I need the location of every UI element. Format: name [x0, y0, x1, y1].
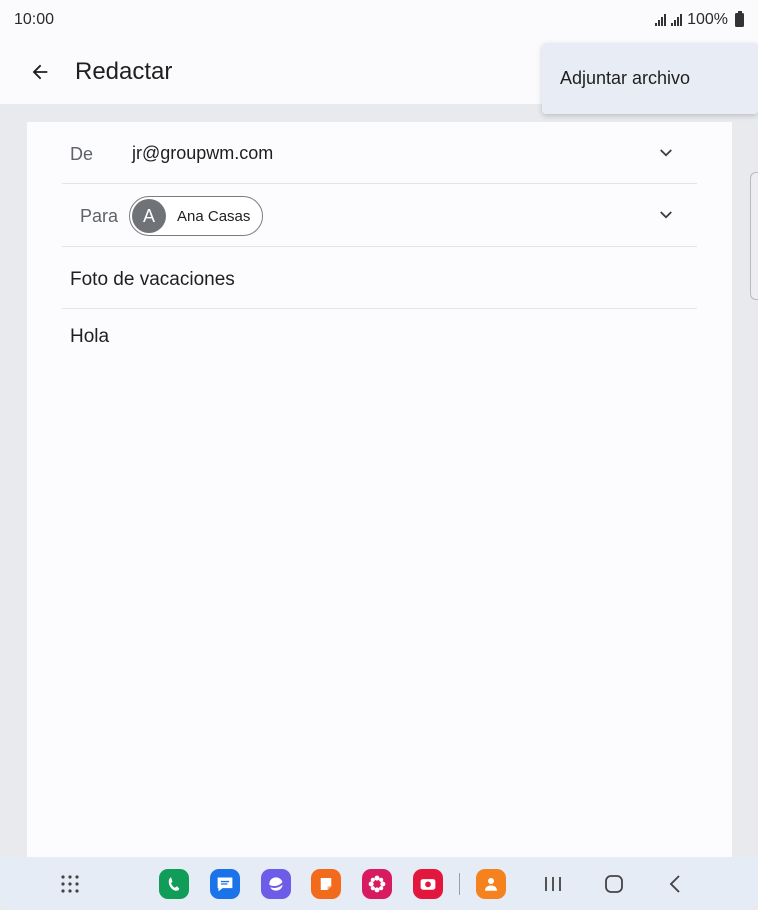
- status-bar: 10:00 100%: [0, 0, 758, 40]
- notes-app-icon[interactable]: [311, 869, 341, 899]
- dock-divider: [459, 873, 460, 895]
- chevron-left-icon: [669, 875, 680, 893]
- grid-icon: [61, 875, 79, 893]
- nav-back-button[interactable]: [660, 869, 690, 899]
- to-label: Para: [80, 206, 119, 226]
- recipient-chip[interactable]: A Ana Casas: [129, 196, 263, 236]
- camera-app-icon[interactable]: [413, 869, 443, 899]
- home-button[interactable]: [599, 869, 629, 899]
- overflow-menu: Adjuntar archivo: [542, 43, 758, 114]
- from-label: De: [70, 144, 94, 164]
- navigation-bar: [0, 857, 758, 910]
- subject-row: Foto de vacaciones: [62, 247, 697, 309]
- subject-field[interactable]: Foto de vacaciones: [70, 269, 235, 291]
- battery-percent: 100%: [687, 11, 728, 28]
- to-row: Para A Ana Casas: [62, 184, 697, 247]
- chevron-down-icon[interactable]: [657, 206, 675, 224]
- status-time: 10:00: [14, 11, 55, 28]
- page-title: Redactar: [75, 58, 173, 85]
- app-drawer-button[interactable]: [55, 869, 85, 899]
- avatar: A: [132, 199, 166, 233]
- gallery-app-icon[interactable]: [362, 869, 392, 899]
- messages-app-icon[interactable]: [210, 869, 240, 899]
- home-icon: [605, 875, 623, 893]
- phone-app-icon[interactable]: [159, 869, 189, 899]
- from-row: De jr@groupwm.com: [62, 122, 697, 184]
- body-field[interactable]: Hola: [70, 326, 109, 348]
- edge-panel-handle[interactable]: [750, 172, 758, 300]
- status-icons: 100%: [655, 11, 744, 29]
- from-field[interactable]: jr@groupwm.com: [132, 143, 273, 164]
- arrow-back-icon: [32, 64, 48, 80]
- recents-icon: [545, 877, 561, 891]
- recent-apps-button[interactable]: [538, 869, 568, 899]
- battery-icon: [735, 11, 744, 27]
- menu-item-attach-file[interactable]: Adjuntar archivo: [560, 68, 690, 89]
- internet-app-icon[interactable]: [261, 869, 291, 899]
- contacts-app-icon[interactable]: [476, 869, 506, 899]
- chevron-down-icon[interactable]: [657, 144, 675, 162]
- signal-icon: [655, 14, 667, 26]
- back-button[interactable]: [25, 57, 55, 87]
- recipient-name: Ana Casas: [177, 207, 251, 225]
- signal-icon-2: [671, 14, 683, 26]
- compose-form: De jr@groupwm.com Para A Ana Casas Foto …: [27, 122, 732, 857]
